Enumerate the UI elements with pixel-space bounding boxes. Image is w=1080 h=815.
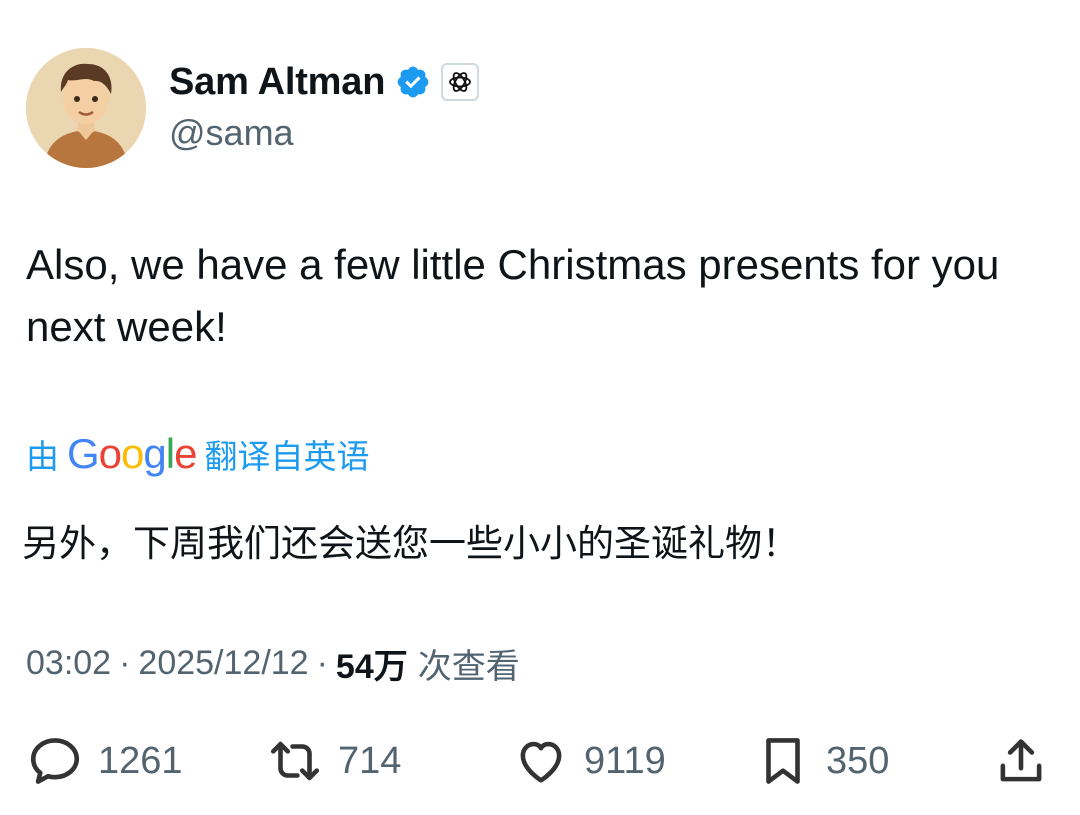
meta-separator: ·	[119, 643, 131, 682]
author-name[interactable]: Sam Altman	[169, 61, 385, 104]
google-logo: Google	[67, 430, 197, 477]
author-handle[interactable]: @sama	[169, 112, 294, 154]
share-icon	[1000, 739, 1042, 782]
like-count: 9119	[584, 739, 666, 782]
action-bar: 1261 714 9119 350	[26, 730, 1050, 792]
share-button[interactable]	[992, 730, 1050, 792]
bookmark-count: 350	[826, 739, 890, 782]
tweet-meta: 03:02 · 2025/12/12 · 54万 次查看	[26, 638, 520, 688]
name-row: Sam Altman	[169, 60, 480, 104]
like-button[interactable]: 9119	[512, 730, 666, 792]
tweet-time[interactable]: 03:02	[26, 644, 111, 683]
avatar-illustration-icon	[26, 48, 146, 168]
meta-separator: ·	[316, 643, 328, 682]
translated-text: 另外，下周我们还会送您一些小小的圣诞礼物！	[22, 522, 799, 565]
translation-suffix: 翻译自英语	[204, 438, 370, 475]
repost-icon	[270, 741, 320, 781]
translation-prefix: 由	[26, 438, 59, 475]
tweet-text: Also, we have a few little Christmas pre…	[26, 241, 1000, 350]
bookmark-icon	[766, 738, 800, 784]
repost-count: 714	[338, 739, 402, 782]
verified-badge-icon[interactable]	[395, 64, 431, 100]
reply-count: 1261	[98, 739, 183, 782]
repost-button[interactable]: 714	[266, 730, 401, 792]
bookmark-button[interactable]: 350	[754, 730, 889, 792]
heart-icon	[520, 741, 562, 783]
avatar[interactable]	[26, 48, 146, 168]
tweet-header: Sam Altman @sama	[26, 46, 1046, 170]
translation-attribution[interactable]: 由 Google 翻译自英语	[26, 428, 369, 480]
tweet-date[interactable]: 2025/12/12	[138, 644, 308, 683]
views-count: 54万	[335, 647, 408, 686]
openai-logo-icon[interactable]	[441, 63, 480, 101]
reply-icon	[30, 738, 80, 784]
reply-button[interactable]: 1261	[26, 730, 183, 792]
views-label: 次查看	[417, 647, 520, 686]
